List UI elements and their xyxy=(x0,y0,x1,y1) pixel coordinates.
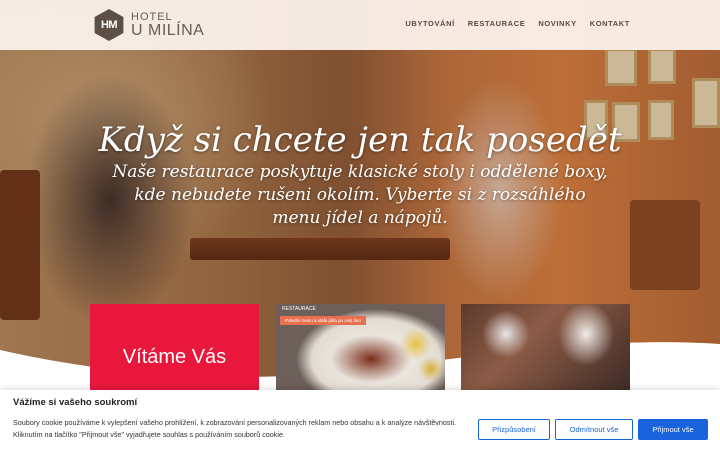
nav-item-restaurace[interactable]: RESTAURACE xyxy=(468,19,526,28)
logo-line-name: U MILÍNA xyxy=(131,21,205,39)
site-logo[interactable]: HM HOTEL U MILÍNA xyxy=(93,9,204,41)
restaurant-card-pill: Polední menu a stálá jídla po celý den xyxy=(280,316,367,325)
logo-mark: HM xyxy=(94,9,124,41)
welcome-card[interactable]: Vítáme Vás xyxy=(90,304,259,390)
guests-photo-card[interactable] xyxy=(461,304,630,390)
nav-item-novinky[interactable]: NOVINKY xyxy=(538,19,576,28)
hero-text: Naše restaurace poskytuje klasické stoly… xyxy=(112,162,608,228)
nav-item-kontakt[interactable]: KONTAKT xyxy=(590,19,630,28)
main-nav: UBYTOVÁNÍ RESTAURACE NOVINKY KONTAKT xyxy=(405,19,630,28)
cookie-title: Vážíme si vašeho soukromí xyxy=(13,397,138,408)
nav-item-ubytovani[interactable]: UBYTOVÁNÍ xyxy=(405,19,454,28)
restaurant-card-label: RESTAURACE xyxy=(282,306,316,312)
cookie-text: Soubory cookie používáme k vylepšení vaš… xyxy=(13,418,457,439)
reject-all-button[interactable]: Odmítnout vše xyxy=(555,419,633,440)
site-header: HM HOTEL U MILÍNA UBYTOVÁNÍ RESTAURACE N… xyxy=(0,0,720,50)
customize-cookies-button[interactable]: Přizpůsobení xyxy=(478,419,550,440)
restaurant-card[interactable]: RESTAURACE Polední menu a stálá jídla po… xyxy=(276,304,445,390)
accept-all-button[interactable]: Přijmout vše xyxy=(638,419,708,440)
logo-line-hotel: HOTEL xyxy=(131,10,173,23)
hero-title: Když si chcete jen tak posedět xyxy=(98,120,622,160)
logo-text: HOTEL U MILÍNA xyxy=(131,10,205,39)
welcome-card-title: Vítáme Vás xyxy=(122,345,227,368)
